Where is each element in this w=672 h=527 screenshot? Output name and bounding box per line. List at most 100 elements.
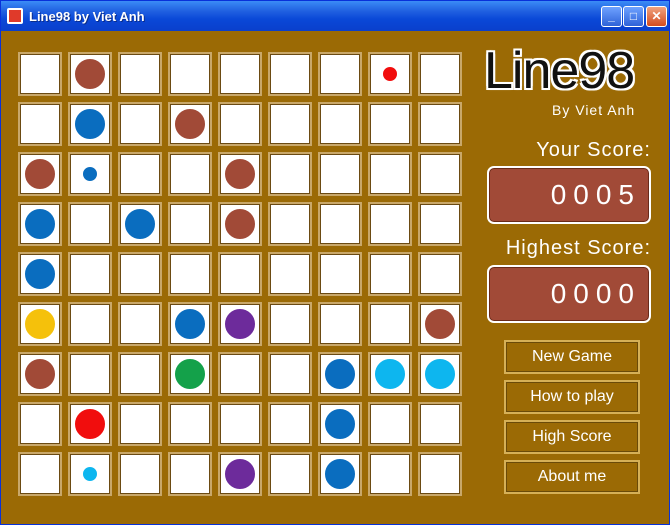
how-to-play-button[interactable]: How to play: [504, 380, 640, 414]
board-cell[interactable]: [18, 52, 62, 96]
board-cell[interactable]: [418, 402, 462, 446]
board-cell[interactable]: [318, 102, 362, 146]
board-cell[interactable]: [18, 102, 62, 146]
board-cell[interactable]: [218, 252, 262, 296]
board-cell[interactable]: [168, 352, 212, 396]
board-cell[interactable]: [318, 202, 362, 246]
board-cell[interactable]: [368, 102, 412, 146]
board-cell[interactable]: [268, 452, 312, 496]
board-cell[interactable]: [168, 102, 212, 146]
board-cell[interactable]: [368, 402, 412, 446]
board-cell[interactable]: [318, 302, 362, 346]
board-cell[interactable]: [68, 152, 112, 196]
board-cell[interactable]: [318, 452, 362, 496]
board-cell[interactable]: [168, 402, 212, 446]
high-score-button[interactable]: High Score: [504, 420, 640, 454]
board-cell[interactable]: [18, 352, 62, 396]
blue-ball[interactable]: [123, 207, 157, 241]
board-cell[interactable]: [418, 302, 462, 346]
board-cell[interactable]: [118, 352, 162, 396]
board-cell[interactable]: [418, 202, 462, 246]
minimize-button[interactable]: _: [601, 6, 622, 27]
purple-ball[interactable]: [223, 457, 257, 491]
brown-ball[interactable]: [23, 157, 57, 191]
purple-ball[interactable]: [223, 307, 257, 341]
board-cell[interactable]: [268, 252, 312, 296]
board-cell[interactable]: [68, 102, 112, 146]
blue-ball[interactable]: [173, 307, 207, 341]
board-cell[interactable]: [218, 52, 262, 96]
board-cell[interactable]: [368, 452, 412, 496]
yellow-ball[interactable]: [23, 307, 57, 341]
board-cell[interactable]: [118, 202, 162, 246]
brown-ball[interactable]: [173, 107, 207, 141]
board-cell[interactable]: [368, 252, 412, 296]
board-cell[interactable]: [218, 302, 262, 346]
green-ball[interactable]: [173, 357, 207, 391]
board-cell[interactable]: [68, 52, 112, 96]
board-cell[interactable]: [268, 352, 312, 396]
board-cell[interactable]: [168, 452, 212, 496]
board-cell[interactable]: [18, 302, 62, 346]
board-cell[interactable]: [168, 152, 212, 196]
board-cell[interactable]: [318, 252, 362, 296]
blue-ball[interactable]: [323, 407, 357, 441]
board-cell[interactable]: [418, 452, 462, 496]
board-cell[interactable]: [168, 52, 212, 96]
close-button[interactable]: ✕: [646, 6, 667, 27]
board-cell[interactable]: [268, 302, 312, 346]
brown-ball[interactable]: [73, 57, 107, 91]
board-cell[interactable]: [368, 202, 412, 246]
board-cell[interactable]: [268, 202, 312, 246]
board-cell[interactable]: [118, 402, 162, 446]
board-cell[interactable]: [218, 402, 262, 446]
cyan-ball[interactable]: [423, 357, 457, 391]
red-ball[interactable]: [73, 407, 107, 441]
board-cell[interactable]: [268, 52, 312, 96]
about-me-button[interactable]: About me: [504, 460, 640, 494]
board-cell[interactable]: [118, 252, 162, 296]
board-cell[interactable]: [318, 52, 362, 96]
board-cell[interactable]: [18, 452, 62, 496]
board-cell[interactable]: [168, 302, 212, 346]
blue-ball[interactable]: [73, 107, 107, 141]
board-cell[interactable]: [218, 452, 262, 496]
blue-ball[interactable]: [23, 207, 57, 241]
board-cell[interactable]: [68, 252, 112, 296]
brown-ball[interactable]: [23, 357, 57, 391]
board-cell[interactable]: [118, 152, 162, 196]
board-cell[interactable]: [68, 452, 112, 496]
board-cell[interactable]: [18, 202, 62, 246]
blue-ball[interactable]: [23, 257, 57, 291]
board-cell[interactable]: [318, 152, 362, 196]
board-cell[interactable]: [418, 52, 462, 96]
board-cell[interactable]: [418, 102, 462, 146]
board-cell[interactable]: [218, 352, 262, 396]
board-cell[interactable]: [68, 202, 112, 246]
board-cell[interactable]: [368, 352, 412, 396]
board-cell[interactable]: [418, 152, 462, 196]
blue-ball[interactable]: [323, 457, 357, 491]
board-cell[interactable]: [68, 352, 112, 396]
maximize-button[interactable]: □: [623, 6, 644, 27]
board-cell[interactable]: [418, 252, 462, 296]
board-cell[interactable]: [318, 352, 362, 396]
brown-ball[interactable]: [223, 207, 257, 241]
board-cell[interactable]: [368, 302, 412, 346]
board-cell[interactable]: [118, 102, 162, 146]
blue-ball[interactable]: [323, 357, 357, 391]
board-cell[interactable]: [68, 302, 112, 346]
brown-ball[interactable]: [223, 157, 257, 191]
board-cell[interactable]: [18, 402, 62, 446]
title-bar[interactable]: Line98 by Viet Anh _ □ ✕: [1, 1, 669, 31]
board-cell[interactable]: [218, 152, 262, 196]
board-cell[interactable]: [268, 152, 312, 196]
blue-ball[interactable]: [81, 165, 99, 183]
board-cell[interactable]: [68, 402, 112, 446]
board-cell[interactable]: [18, 252, 62, 296]
cyan-ball[interactable]: [373, 357, 407, 391]
board-cell[interactable]: [118, 302, 162, 346]
cyan-ball[interactable]: [81, 465, 99, 483]
board-cell[interactable]: [418, 352, 462, 396]
board-cell[interactable]: [18, 152, 62, 196]
